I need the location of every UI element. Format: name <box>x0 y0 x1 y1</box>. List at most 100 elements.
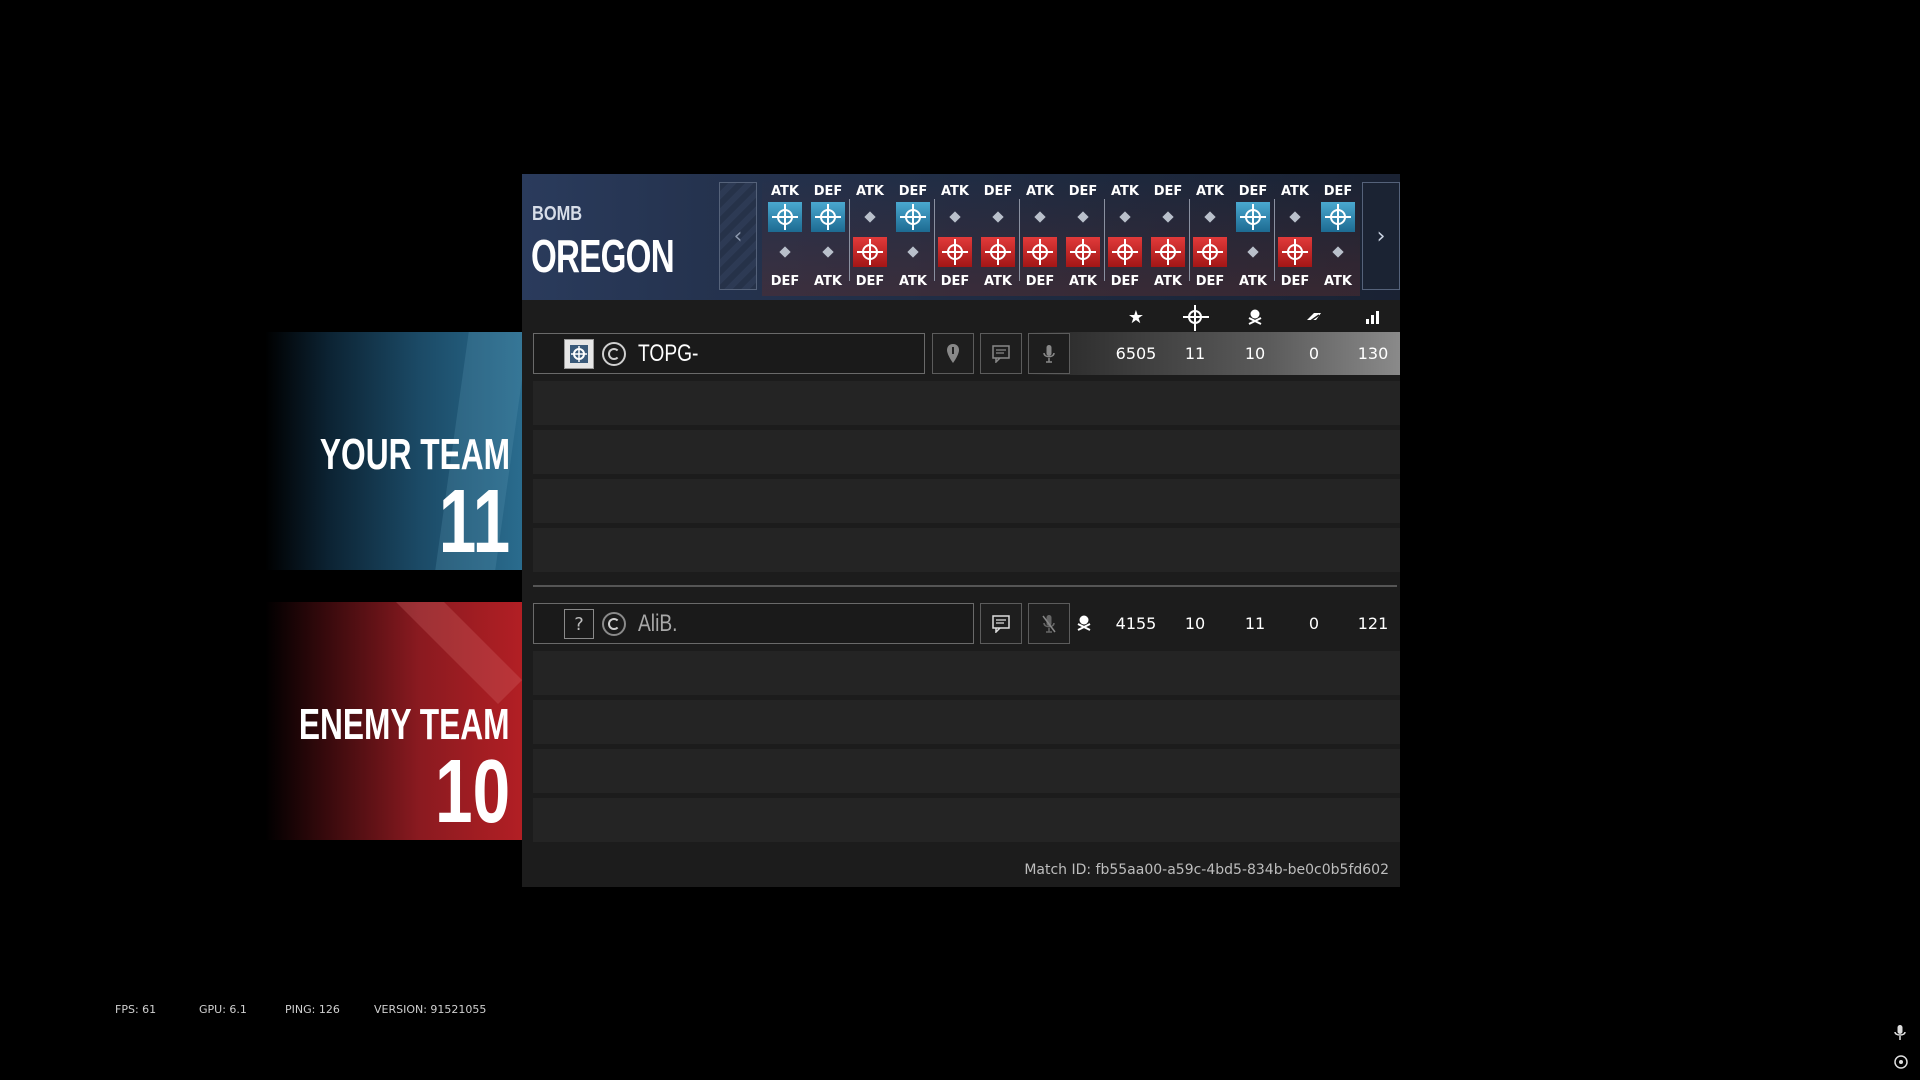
round-empty-marker <box>1151 202 1185 232</box>
round-empty-marker <box>1193 202 1227 232</box>
crosshair-icon <box>900 204 926 230</box>
microphone-icon <box>1894 1025 1906 1040</box>
round-win-marker <box>853 237 887 267</box>
previous-rounds-button[interactable]: ‹ <box>719 182 757 290</box>
player-kills: 10 <box>1184 614 1206 633</box>
ping-marker-button[interactable] <box>932 333 974 374</box>
operator-icon <box>564 339 594 369</box>
player-score: 4155 <box>1115 614 1157 633</box>
enemy-team-score: 10 <box>434 742 510 840</box>
player-row-your-team[interactable]: TOPG- 6505 11 10 0 130 <box>533 332 1400 375</box>
settings-icon[interactable] <box>1893 1054 1909 1070</box>
diamond-icon <box>1119 211 1131 223</box>
round-top-side-label: ATK <box>771 184 799 199</box>
round-win-marker <box>981 237 1015 267</box>
crosshair-icon <box>1175 304 1215 331</box>
next-rounds-button[interactable]: › <box>1362 182 1400 290</box>
crosshair-icon <box>1070 239 1096 265</box>
chat-icon <box>992 344 1010 363</box>
round-top-side-label: DEF <box>1153 184 1183 199</box>
diamond-icon <box>864 211 876 223</box>
round-win-marker <box>938 237 972 267</box>
crosshair-icon <box>942 239 968 265</box>
round-empty-marker <box>981 202 1015 232</box>
player-assists: 0 <box>1308 614 1320 633</box>
mute-voice-button[interactable] <box>1028 603 1070 644</box>
empty-player-slot <box>533 798 1400 842</box>
chat-button[interactable] <box>980 333 1022 374</box>
skull-icon <box>1235 304 1275 330</box>
round-empty-marker <box>938 202 972 232</box>
round-column: ATK DEF <box>1020 182 1060 292</box>
round-bottom-side-label: ATK <box>1324 274 1352 289</box>
player-name: TOPG- <box>638 340 699 367</box>
your-team-score: 11 <box>438 472 510 570</box>
round-win-marker <box>768 202 802 232</box>
round-top-side-label: ATK <box>1026 184 1054 199</box>
player-ping: 121 <box>1357 614 1389 633</box>
round-column: ATK DEF <box>1190 182 1230 292</box>
round-bottom-side-label: DEF <box>1025 274 1055 289</box>
round-empty-marker <box>1108 202 1142 232</box>
voice-button[interactable] <box>1028 333 1070 374</box>
round-empty-marker <box>1278 202 1312 232</box>
crosshair-icon <box>857 239 883 265</box>
player-row-enemy-team[interactable]: ? AliB. 4155 10 11 0 121 <box>533 602 1400 645</box>
empty-player-slot <box>533 430 1400 474</box>
chat-button[interactable] <box>980 603 1022 644</box>
round-win-marker <box>1321 202 1355 232</box>
chat-icon <box>992 614 1010 633</box>
round-bottom-side-label: ATK <box>984 274 1012 289</box>
microphone-muted-icon <box>1042 614 1056 633</box>
crosshair-icon <box>1240 204 1266 230</box>
crosshair-icon <box>815 204 841 230</box>
round-bottom-side-label: ATK <box>899 274 927 289</box>
skull-icon <box>1076 614 1092 636</box>
crosshair-icon <box>1325 204 1351 230</box>
signal-icon <box>1353 304 1393 330</box>
round-top-side-label: DEF <box>813 184 843 199</box>
diamond-icon <box>1289 211 1301 223</box>
round-column: ATK DEF <box>850 182 890 292</box>
empty-player-slot <box>533 528 1400 572</box>
round-bottom-side-label: DEF <box>940 274 970 289</box>
round-top-side-label: ATK <box>1196 184 1224 199</box>
diamond-icon <box>1332 246 1344 258</box>
diamond-icon <box>1204 211 1216 223</box>
fps-readout: FPS: 61 <box>115 1003 157 1016</box>
diamond-icon <box>1034 211 1046 223</box>
round-empty-marker <box>1066 202 1100 232</box>
player-name-box: ? AliB. <box>533 603 974 644</box>
round-bottom-side-label: DEF <box>770 274 800 289</box>
player-ping: 130 <box>1357 344 1389 363</box>
round-bottom-side-label: DEF <box>1280 274 1310 289</box>
crosshair-icon <box>1282 239 1308 265</box>
player-name-box: TOPG- <box>533 333 925 374</box>
player-kills: 11 <box>1184 344 1206 363</box>
round-win-marker <box>1066 237 1100 267</box>
round-empty-marker <box>1023 202 1057 232</box>
assist-icon <box>1294 304 1334 330</box>
round-column: DEF ATK <box>1318 182 1358 292</box>
crosshair-icon <box>1155 239 1181 265</box>
empty-player-slot <box>533 700 1400 744</box>
round-top-side-label: DEF <box>1238 184 1268 199</box>
round-top-side-label: ATK <box>1281 184 1309 199</box>
empty-player-slot <box>533 381 1400 425</box>
crosshair-icon <box>985 239 1011 265</box>
diamond-icon <box>779 246 791 258</box>
round-bottom-side-label: DEF <box>1110 274 1140 289</box>
player-deaths: 10 <box>1244 344 1266 363</box>
star-icon: ★ <box>1127 306 1145 328</box>
round-column: DEF ATK <box>1233 182 1273 292</box>
round-column: ATK DEF <box>1105 182 1145 292</box>
empty-player-slot <box>533 651 1400 695</box>
diamond-icon <box>1077 211 1089 223</box>
round-column: ATK DEF <box>1275 182 1315 292</box>
round-empty-marker <box>896 237 930 267</box>
crosshair-icon <box>1112 239 1138 265</box>
crosshair-icon <box>772 204 798 230</box>
ping-readout: PING: 126 <box>285 1003 340 1016</box>
chevron-right-icon: › <box>1376 223 1386 249</box>
round-bottom-side-label: ATK <box>1154 274 1182 289</box>
